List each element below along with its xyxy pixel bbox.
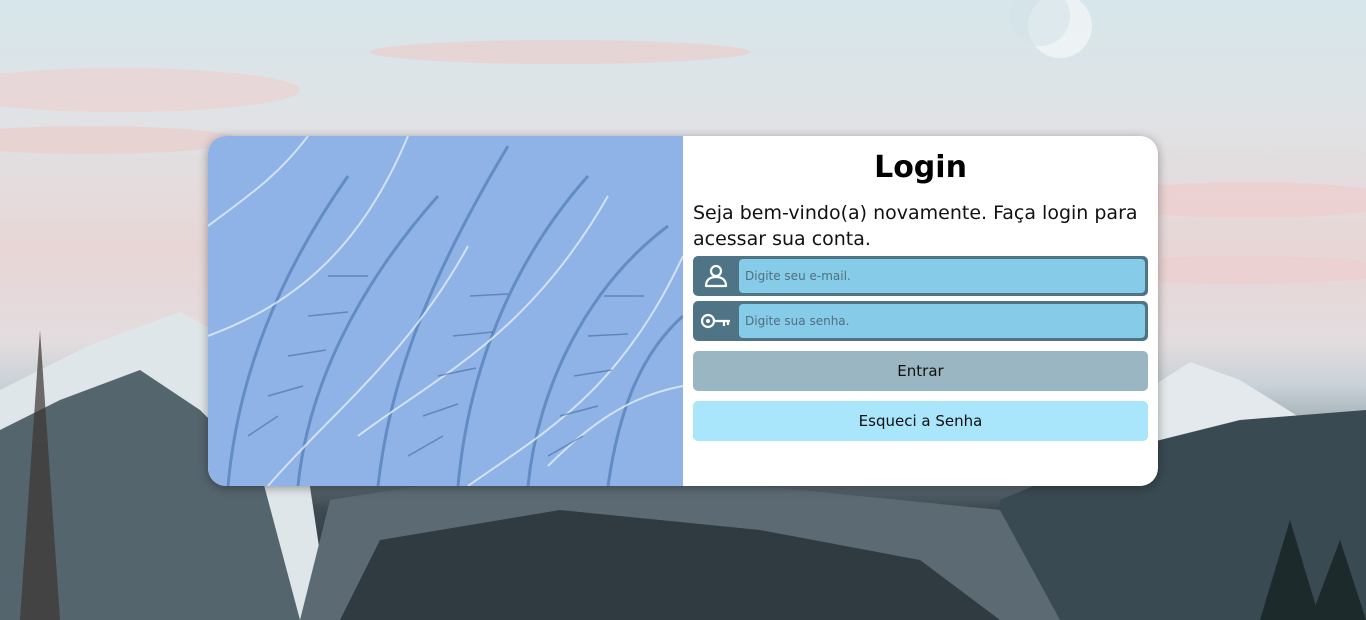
frost-pattern-image (208, 136, 683, 486)
login-panel: Login Seja bem-vindo(a) novamente. Faça … (693, 136, 1148, 486)
password-input[interactable] (739, 304, 1145, 338)
email-input[interactable] (739, 259, 1145, 293)
page-title: Login (874, 150, 967, 185)
login-card: Login Seja bem-vindo(a) novamente. Faça … (208, 136, 1158, 486)
password-field-group (693, 301, 1148, 341)
enter-button[interactable]: Entrar (693, 351, 1148, 391)
welcome-message: Seja bem-vindo(a) novamente. Faça login … (693, 202, 1138, 250)
cloud (0, 126, 240, 154)
key-icon (693, 301, 739, 341)
user-icon (693, 256, 739, 296)
cloud (0, 68, 300, 112)
forgot-password-button[interactable]: Esqueci a Senha (693, 401, 1148, 441)
email-field-group (693, 256, 1148, 296)
cloud (370, 40, 750, 64)
